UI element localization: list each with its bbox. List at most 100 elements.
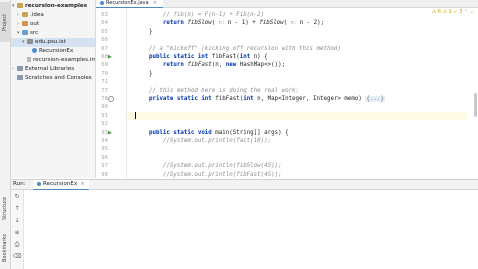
code-line: }	[135, 70, 153, 78]
code-line: //System.out.println(fibFast(45));	[135, 171, 282, 178]
file-icon	[27, 57, 31, 62]
line-number: 65	[101, 28, 108, 35]
lib-icon	[17, 66, 23, 71]
line-number: 63	[101, 12, 108, 18]
folder-icon	[22, 12, 28, 17]
code-token: }	[135, 28, 153, 35]
folder-icon	[22, 21, 28, 26]
tool-window-strip: Project Structure Bookmarks	[0, 0, 11, 269]
code-token: return	[162, 62, 188, 69]
editor-scrollbar[interactable]	[472, 8, 478, 178]
run-console-output[interactable]	[24, 190, 478, 269]
run-gutter-icon[interactable]: ▶	[108, 54, 112, 60]
line-number: 91	[101, 112, 108, 119]
code-token: // a "kickoff" (kicking off recursion wi…	[135, 45, 341, 52]
close-icon[interactable]: ×	[80, 181, 85, 187]
run-tab-recursionex[interactable]: RecursionEx ×	[33, 180, 89, 190]
run-gutter-icon[interactable]: ▶	[108, 130, 112, 136]
bookmarks-tool-tab[interactable]: Bookmarks	[0, 232, 10, 264]
tree-item[interactable]: › .idea	[11, 11, 44, 20]
code-token: fibSlow	[187, 20, 212, 27]
tree-item-label: src	[30, 30, 39, 36]
implemented-gutter-icon[interactable]	[108, 96, 114, 102]
java-class-icon	[100, 0, 104, 5]
code-line: // this method here is doing the real wo…	[135, 87, 299, 95]
tree-item[interactable]: › External Libraries	[11, 65, 74, 74]
tree-item[interactable]: recursion-examples.iml	[11, 56, 95, 65]
line-number: 77	[101, 87, 108, 94]
code-token: n - 1) +	[227, 20, 260, 27]
trash-icon[interactable]: ⌫	[13, 253, 21, 261]
code-token: //System.out.println(fibSlow(45));	[135, 163, 282, 170]
tree-item[interactable]: Scratches and Consoles	[11, 74, 92, 83]
tree-item[interactable]: › out	[11, 20, 39, 29]
line-number: 64	[101, 20, 108, 27]
project-tool-tab[interactable]: Project	[0, 2, 10, 42]
line-number: 92	[101, 121, 108, 128]
code-token: (	[211, 20, 219, 27]
code-line: //System.out.println(fact(10));	[135, 137, 271, 145]
tree-item[interactable]: ▾ recursion-examples	[11, 2, 87, 11]
code-token: //System.out.println(fact(10));	[135, 138, 272, 144]
code-token: HashMap<>());	[239, 62, 286, 69]
code-token: }	[135, 70, 153, 77]
line-number: 90	[101, 104, 108, 111]
tree-item-label: Scratches and Consoles	[25, 75, 92, 81]
code-token: n) {	[253, 54, 268, 60]
line-number: 96	[101, 154, 108, 161]
code-token: n - 2);	[299, 20, 325, 27]
up-icon[interactable]: ↑	[13, 205, 21, 213]
editor-gutter: 63 64 65 66 67 68 69 70 71 77 78 90 91 92 93 94 95 96 97 98…	[96, 8, 127, 178]
code-token: public static void	[148, 129, 216, 136]
line-number: 71	[101, 79, 108, 86]
code-token: int	[243, 96, 258, 102]
run-tab-label: RecursionEx	[43, 181, 78, 187]
line-number: 70	[101, 70, 108, 77]
code-token: // fib(n) = F(n-1) + Fib(n-2)	[135, 12, 265, 18]
tree-item[interactable]: RecursionEx	[11, 47, 73, 56]
structure-tool-tab[interactable]: Structure	[0, 192, 10, 224]
code-token: //System.out.println(fibFast(45));	[135, 171, 282, 178]
inspection-widget[interactable]: ⚠ 6 ⚠ 1 ✓ 3 ⌃ ⌄	[432, 9, 474, 15]
run-toolbar: ↻ ↑ ↓ ≡ ⎙ ⌫	[11, 190, 24, 269]
line-number: 94	[101, 138, 108, 144]
java-class-icon	[37, 181, 41, 186]
editor-tab-label: RecursionEx.java	[106, 0, 149, 6]
line-number: 98	[101, 171, 108, 178]
line-number: 78	[101, 96, 108, 102]
cls-icon	[32, 48, 37, 53]
tree-item[interactable]: ▾ edu.psu.ist	[11, 38, 95, 47]
code-line: public static void main(String[] args) {	[135, 129, 289, 137]
tree-item[interactable]: ▾ src	[11, 29, 38, 38]
tree-item-label: External Libraries	[25, 66, 75, 72]
code-line: return fibSlow( n: n - 1) + fibSlow( n: …	[135, 19, 324, 27]
print-icon[interactable]: ⎙	[13, 241, 21, 249]
folder-icon	[22, 30, 28, 35]
editor-tab-recursionex[interactable]: RecursionEx.java ×	[96, 0, 163, 8]
run-panel-title: Run:	[13, 181, 26, 187]
code-line: }	[135, 28, 153, 36]
code-line: //System.out.println(fibSlow(45));	[135, 162, 282, 170]
code-line: private static int fibFast(int n, Map<In…	[135, 95, 385, 103]
rerun-icon[interactable]: ↻	[13, 193, 21, 201]
code-token: main(String[] args) {	[215, 129, 289, 136]
code-token: fibSlow	[259, 20, 284, 27]
down-icon[interactable]: ↓	[13, 217, 21, 225]
wrap-icon[interactable]: ≡	[13, 229, 21, 237]
line-number: 97	[101, 163, 108, 170]
close-icon[interactable]: ×	[153, 0, 157, 6]
code-editor[interactable]: // fib(n) = F(n-1) + Fib(n-2) return fib…	[127, 8, 467, 178]
code-token: public static int	[148, 54, 212, 60]
code-line	[127, 111, 467, 120]
tree-item-label: edu.psu.ist	[35, 39, 66, 45]
code-line: public static int fibFast(int n) {	[135, 53, 268, 61]
code-token: return	[162, 20, 188, 27]
code-token: (n,	[211, 62, 226, 69]
scroll-thumb[interactable]	[474, 93, 477, 117]
line-number: 95	[101, 146, 108, 153]
